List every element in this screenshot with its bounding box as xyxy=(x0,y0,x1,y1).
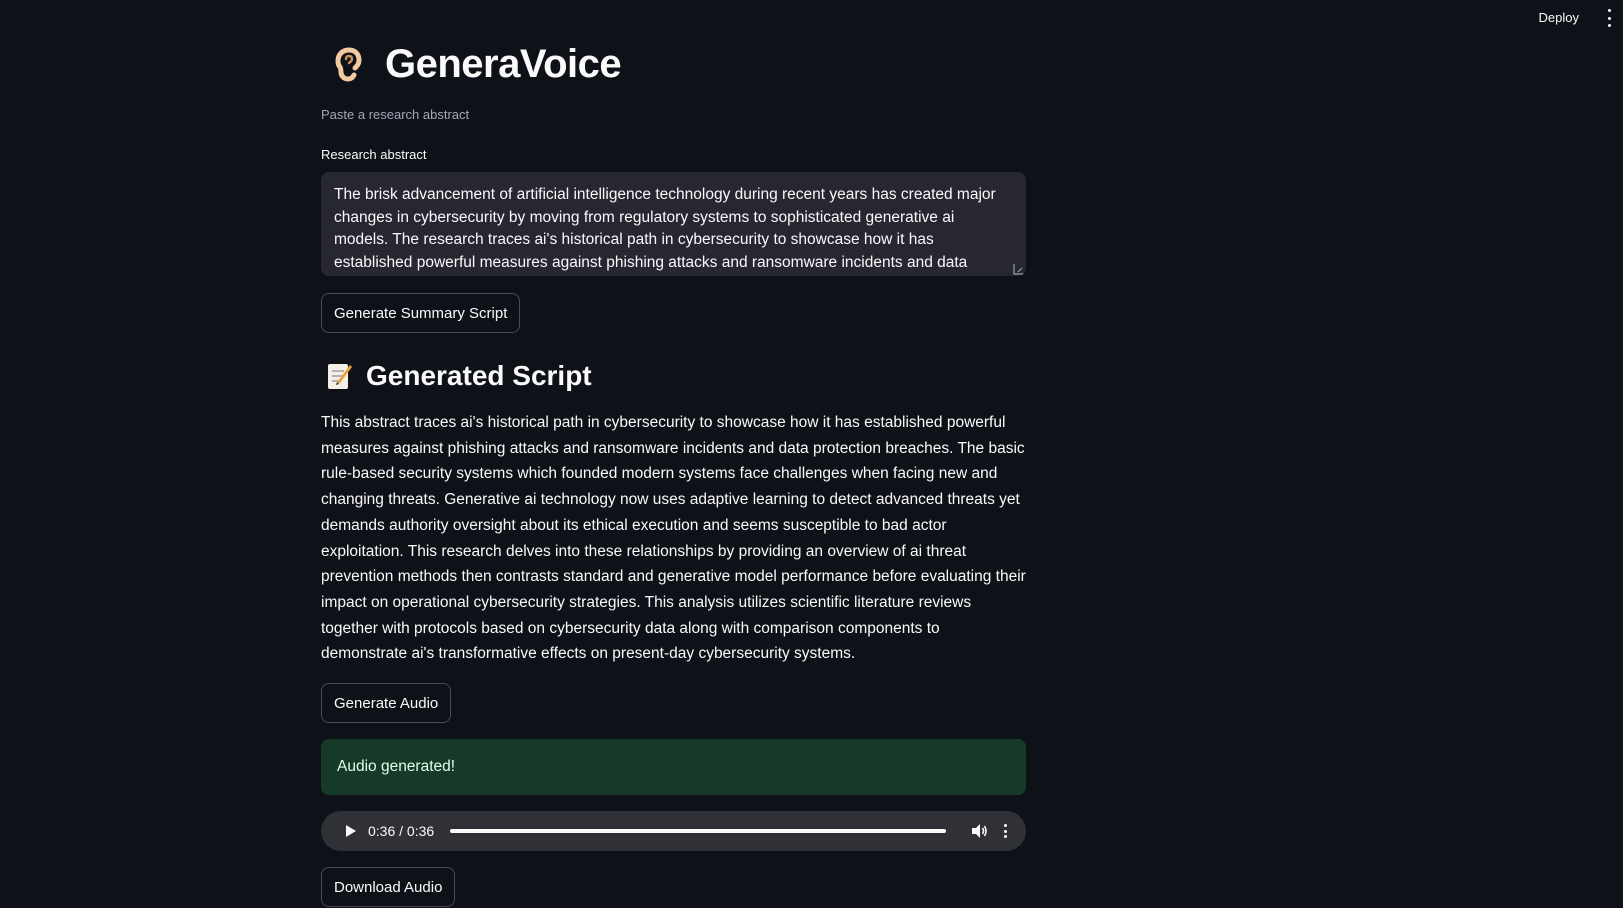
page-subtitle: Paste a research abstract xyxy=(321,107,470,122)
player-options-icon[interactable] xyxy=(1002,824,1008,838)
script-section-header: Generated Script xyxy=(321,356,592,396)
abstract-text: The brisk advancement of artificial inte… xyxy=(334,186,996,271)
ear-icon xyxy=(335,47,362,82)
memo-icon xyxy=(328,364,352,389)
success-alert: Audio generated! xyxy=(321,739,1026,795)
top-bar: Deploy xyxy=(0,0,1623,36)
audio-time: 0:36 / 0:36 xyxy=(368,823,435,839)
page-header: GeneraVoice xyxy=(321,38,622,90)
audio-player: 0:36 / 0:36 xyxy=(321,811,1026,851)
section-title: Generated Script xyxy=(366,360,592,391)
deploy-button[interactable]: Deploy xyxy=(1535,8,1583,27)
play-icon[interactable] xyxy=(343,824,357,838)
audio-progress-fill xyxy=(450,829,946,833)
download-audio-button[interactable]: Download Audio xyxy=(321,867,456,907)
success-message: Audio generated! xyxy=(337,758,456,775)
resize-handle-icon[interactable] xyxy=(1013,263,1025,275)
generated-script-text: This abstract traces ai's historical pat… xyxy=(321,414,1026,663)
page-title: GeneraVoice xyxy=(385,41,622,86)
generate-summary-button[interactable]: Generate Summary Script xyxy=(321,293,521,333)
kebab-menu-icon[interactable] xyxy=(1606,9,1612,27)
generate-audio-button[interactable]: Generate Audio xyxy=(321,683,452,723)
audio-progress-bar[interactable] xyxy=(450,829,946,833)
volume-icon[interactable] xyxy=(970,822,988,840)
abstract-label: Research abstract xyxy=(321,147,427,162)
abstract-textarea[interactable]: The brisk advancement of artificial inte… xyxy=(321,172,1026,276)
